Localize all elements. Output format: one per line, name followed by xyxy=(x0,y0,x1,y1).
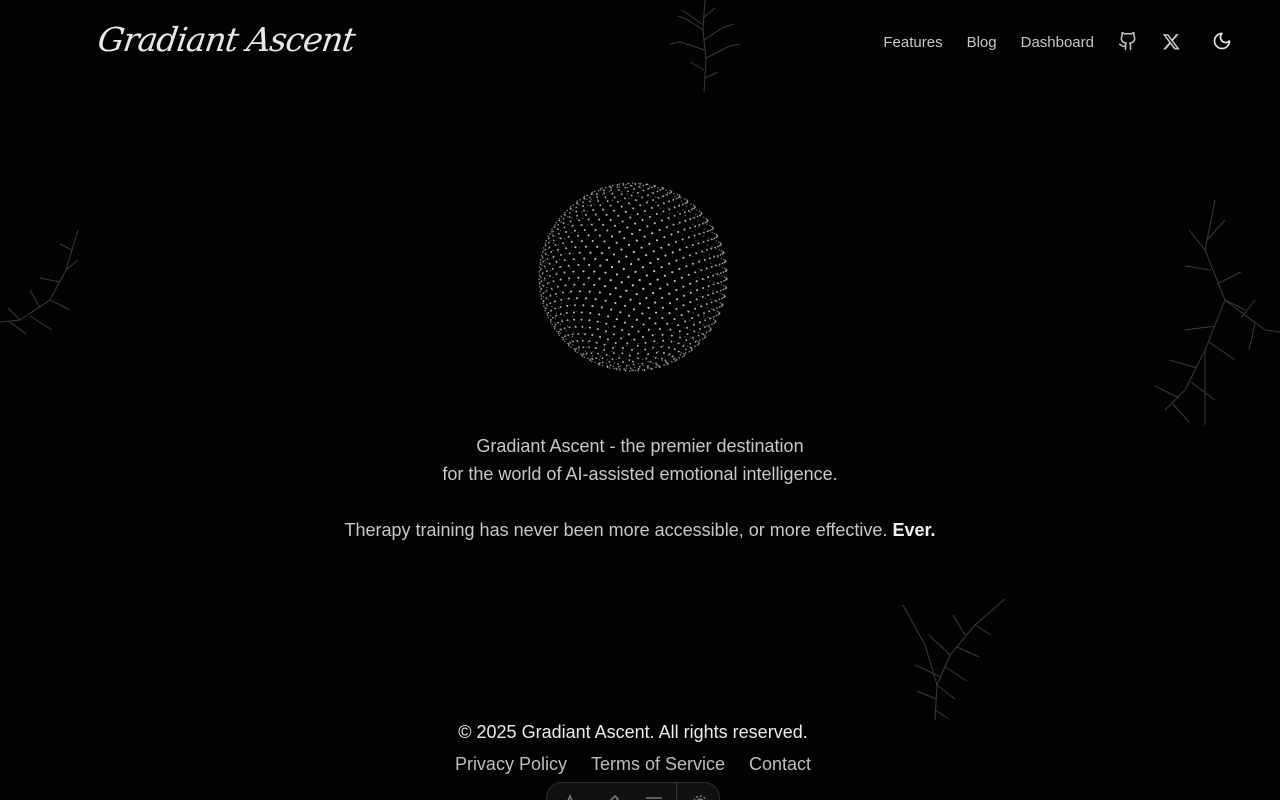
nav-link-blog[interactable]: Blog xyxy=(967,26,997,60)
settings-icon[interactable] xyxy=(681,787,719,800)
contact-link[interactable]: Contact xyxy=(749,752,811,776)
github-icon[interactable] xyxy=(1118,31,1138,51)
x-twitter-icon[interactable] xyxy=(1161,32,1181,52)
hero-line-1: Gradiant Ascent - the premier destinatio… xyxy=(476,436,804,456)
hero-tagline: Therapy training has never been more acc… xyxy=(0,516,1280,544)
nav-link-features[interactable]: Features xyxy=(883,26,942,60)
footer-links: Privacy Policy Terms of Service Contact xyxy=(0,752,1266,776)
text-icon[interactable] xyxy=(551,787,589,800)
page: Gradiant Ascent Features Blog Dashboard … xyxy=(0,0,1280,800)
branch-decoration-left xyxy=(0,230,79,335)
copyright-text: © 2025 Gradiant Ascent. All rights reser… xyxy=(458,722,808,742)
branch-decoration-right xyxy=(1154,200,1280,425)
nav-link-dashboard[interactable]: Dashboard xyxy=(1021,26,1094,60)
pen-icon[interactable] xyxy=(593,787,631,800)
hero-tagline-emphasis: Ever. xyxy=(892,520,936,540)
privacy-policy-link[interactable]: Privacy Policy xyxy=(455,752,567,776)
menu-icon[interactable] xyxy=(635,787,673,800)
floating-toolbar xyxy=(546,782,720,800)
hero-line-2: for the world of AI-assisted emotional i… xyxy=(442,464,838,484)
branch-decoration-bottom xyxy=(902,598,1006,721)
moon-icon[interactable] xyxy=(1212,31,1232,51)
branch-decoration-top xyxy=(669,0,741,93)
particle-sphere xyxy=(538,182,728,372)
hero-text: Gradiant Ascent - the premier destinatio… xyxy=(0,432,1280,544)
site-logo[interactable]: Gradiant Ascent xyxy=(95,18,358,62)
terms-of-service-link[interactable]: Terms of Service xyxy=(591,752,725,776)
hero-tagline-text: Therapy training has never been more acc… xyxy=(344,520,888,540)
toolbar-divider xyxy=(676,783,677,800)
top-nav: Features Blog Dashboard xyxy=(883,26,1094,60)
